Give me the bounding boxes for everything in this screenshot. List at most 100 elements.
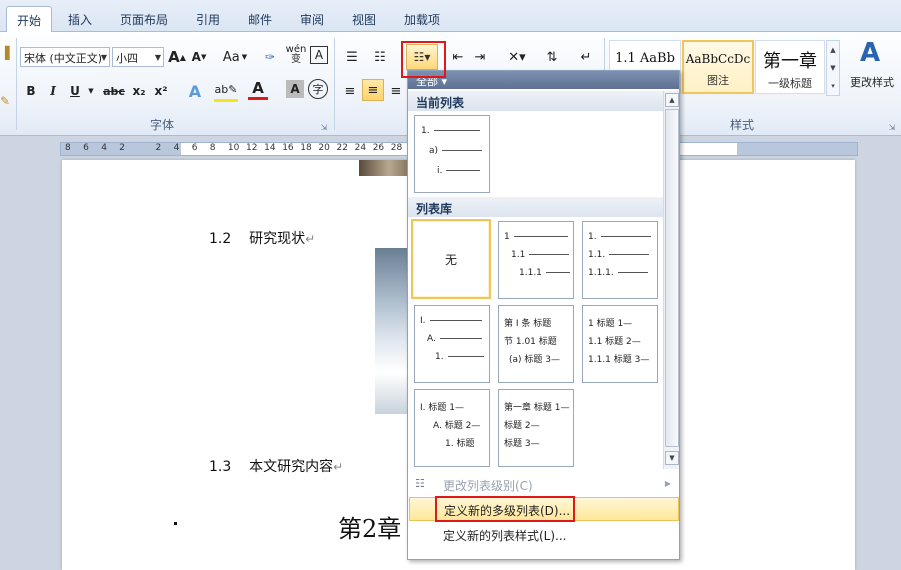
style-tile-caption[interactable]: AaBbCcDc 图注 [682, 40, 754, 94]
change-styles-icon[interactable]: A [852, 38, 888, 68]
enclose-char-button[interactable]: 字 [308, 79, 328, 99]
scroll-up-icon[interactable]: ▲ [665, 93, 679, 107]
text-effects-icon[interactable]: A [184, 80, 206, 102]
current-list-thumbnail[interactable]: 1. a) i. [414, 115, 490, 193]
ruler-tick: 22 [336, 143, 348, 153]
bullets-icon[interactable]: ☰ [340, 46, 364, 68]
list-thumb-roman-headings[interactable]: I. 标题 1— A. 标题 2— 1. 标题 [414, 389, 490, 467]
format-painter-icon[interactable]: ✎ [0, 90, 10, 112]
tab-view[interactable]: 视图 [342, 6, 386, 32]
list-thumb-roman[interactable]: I. A. 1. [414, 305, 490, 383]
chinese-layout-icon[interactable]: ✕▾ [502, 46, 532, 68]
thumb-line-text: 1. [588, 232, 597, 242]
thumb-line-bar [513, 236, 568, 237]
thumb-line-bar [447, 356, 484, 357]
define-list-style-item[interactable]: 定义新的列表样式(L)... [409, 523, 679, 547]
change-styles-label[interactable]: 更改样式 [846, 74, 898, 90]
thumb-line-bar [433, 130, 480, 131]
thumb-line-bar [545, 272, 570, 273]
tab-home[interactable]: 开始 [6, 6, 53, 33]
list-bullet-marker [174, 522, 177, 525]
change-case-label: Aa [222, 49, 240, 65]
tab-addins[interactable]: 加载项 [394, 6, 450, 32]
font-size-combo[interactable]: 小四 ▼ [112, 47, 164, 67]
thumb-line: 1.1.1 标题 3— [588, 352, 649, 365]
decrease-indent-icon[interactable]: ⇤ [448, 46, 468, 68]
thumb-line-text: 第一章 标题 1— [504, 403, 570, 413]
font-family-combo[interactable]: 宋体 (中文正文) ▼ [20, 47, 110, 67]
list-thumb-1-1-1[interactable]: 1 1.1 1.1.1 [498, 221, 574, 299]
font-color-icon[interactable]: A [248, 78, 268, 100]
list-thumb-chapter-headings[interactable]: 第一章 标题 1— 标题 2— 标题 3— [498, 389, 574, 467]
paste-icon[interactable]: ▐ [0, 42, 10, 64]
char-border-button[interactable]: A [310, 46, 328, 64]
strikethrough-button[interactable]: abc [102, 80, 126, 102]
style-sample: AaBbCcDc [685, 52, 751, 66]
scroll-thumb[interactable] [665, 109, 679, 447]
change-list-level-item[interactable]: ☷ 更改列表级别(C) ▶ [409, 473, 679, 497]
chevron-down-icon: ▼ [241, 53, 248, 61]
thumb-line: 1. [435, 352, 484, 362]
align-right-icon[interactable]: ≡ [386, 80, 406, 102]
dialog-launcher-icon[interactable]: ⇲ [318, 116, 330, 138]
align-left-icon[interactable]: ≡ [340, 80, 360, 102]
list-thumb-article-section[interactable]: 第 I 条 标题 节 1.01 标题 (a) 标题 3— [498, 305, 574, 383]
document-image-snow [375, 248, 411, 414]
tab-review[interactable]: 审阅 [290, 6, 334, 32]
list-thumb-heading-numbers[interactable]: 1 标题 1— 1.1 标题 2— 1.1.1 标题 3— [582, 305, 658, 383]
gallery-scrollbar[interactable]: ▲ ▼ [663, 91, 679, 469]
subscript-label: x₂ [132, 84, 146, 98]
highlight-icon[interactable]: ab✎ [214, 80, 238, 102]
ruler-tick: 2 [119, 143, 126, 153]
list-thumb-1-dot[interactable]: 1. 1.1. 1.1.1. [582, 221, 658, 299]
change-list-level-label: 更改列表级别(C) [443, 479, 533, 493]
char-shading-icon[interactable]: A [286, 80, 304, 98]
style-tile-heading1[interactable]: 第一章 一级标题 [755, 40, 825, 94]
gallery-filter[interactable]: 全部 ▾ [408, 71, 679, 89]
sort-icon[interactable]: ⇅ [540, 46, 564, 68]
grow-font-button[interactable]: A ▲ [168, 46, 186, 68]
italic-label: I [50, 84, 56, 98]
tab-insert[interactable]: 插入 [58, 6, 102, 32]
bold-button[interactable]: B [22, 80, 40, 102]
chevron-down-icon[interactable]: ▼ [86, 80, 96, 102]
superscript-button[interactable]: x² [152, 80, 170, 102]
tab-page-layout[interactable]: 页面布局 [110, 6, 178, 32]
tab-references[interactable]: 引用 [186, 6, 230, 32]
thumb-line-bar [442, 150, 483, 151]
style-sample: 1.1 AaBb [615, 51, 675, 66]
phonetic-guide-button[interactable]: wén 变 [284, 44, 308, 66]
numbering-icon[interactable]: ☷ [368, 46, 392, 68]
scroll-down-icon[interactable]: ▼ [665, 451, 679, 465]
thumb-line: I. 标题 1— [420, 400, 464, 413]
italic-button[interactable]: I [44, 80, 62, 102]
ruler-tick: 16 [282, 143, 294, 153]
thumb-line: a) [429, 146, 483, 156]
tab-mailings[interactable]: 邮件 [238, 6, 282, 32]
align-center-icon[interactable]: ≡ [362, 79, 384, 101]
thumb-line: 节 1.01 标题 [504, 334, 557, 347]
thumb-line-text: A. [427, 334, 436, 344]
highlight-box-define-multilevel [435, 496, 575, 522]
list-thumb-none[interactable]: 无 [411, 219, 491, 299]
chevron-right-icon: ▶ [664, 479, 671, 488]
clear-format-icon[interactable]: ✑ [260, 46, 280, 68]
thumb-line: 1. [588, 232, 651, 242]
ruler-tick: 18 [300, 143, 312, 153]
show-marks-icon[interactable]: ↵ [576, 46, 596, 68]
shrink-font-button[interactable]: A ▼ [190, 46, 208, 68]
thumb-line-text: a) [429, 146, 439, 156]
list-level-icon: ☷ [415, 477, 425, 490]
underline-button[interactable]: U [66, 80, 84, 102]
thumb-line: i. [437, 166, 481, 176]
thumb-line-text: i. [437, 166, 443, 176]
styles-scroll[interactable]: ▲ ▼ ▾ [826, 40, 840, 96]
dialog-launcher-icon[interactable]: ⇲ [886, 116, 898, 138]
heading-text: 研究现状 [249, 231, 306, 247]
change-case-button[interactable]: Aa ▼ [220, 46, 250, 68]
subscript-button[interactable]: x₂ [130, 80, 148, 102]
ruler-tick: 6 [83, 143, 89, 153]
increase-indent-icon[interactable]: ⇥ [470, 46, 490, 68]
thumb-line-bar [439, 338, 482, 339]
thumb-line: 1.1 [511, 250, 570, 260]
